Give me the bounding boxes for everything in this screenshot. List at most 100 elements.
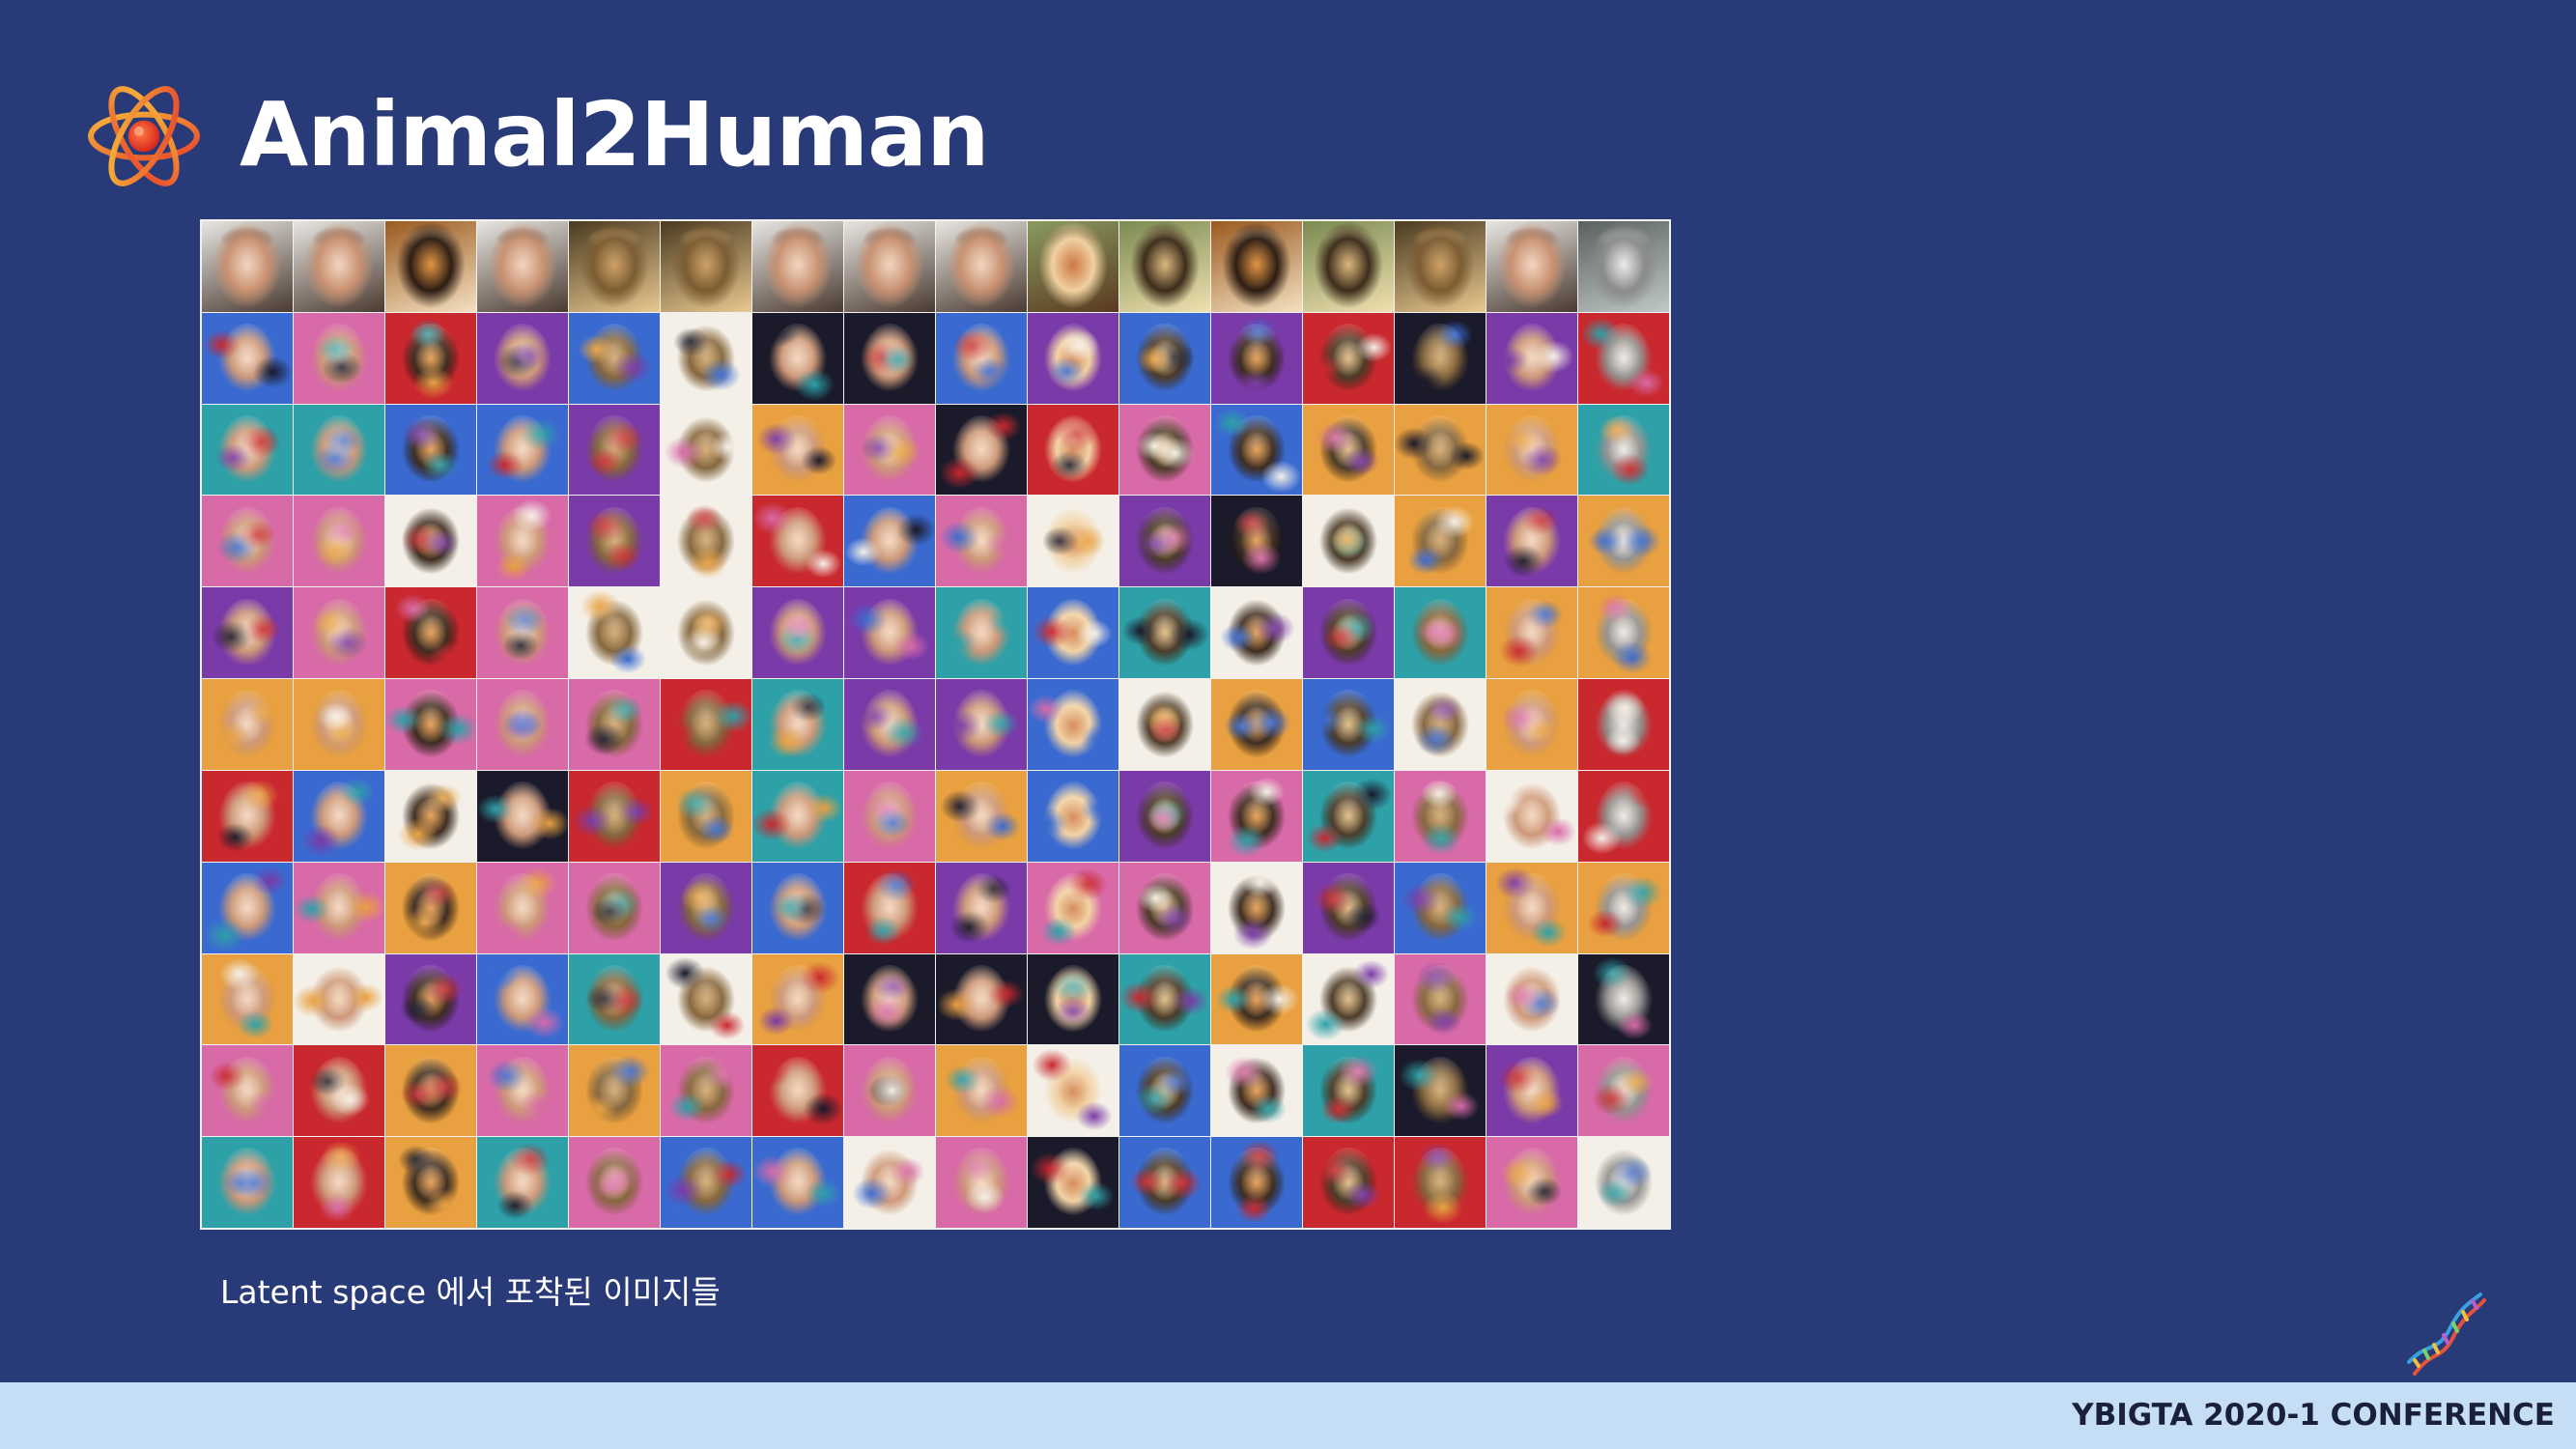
generated-image xyxy=(936,1045,1027,1137)
generated-image xyxy=(936,1137,1027,1228)
generated-image xyxy=(1578,953,1669,1045)
generated-image xyxy=(1028,953,1118,1045)
generated-image xyxy=(1395,1137,1486,1228)
generated-image xyxy=(1119,679,1210,770)
generated-image xyxy=(477,404,568,496)
generated-image xyxy=(202,1045,293,1137)
generated-image xyxy=(1119,862,1210,953)
generated-image xyxy=(385,496,476,587)
source-photo-human xyxy=(1486,221,1577,312)
generated-image xyxy=(1211,679,1302,770)
generated-image xyxy=(1028,862,1118,953)
generated-image xyxy=(294,770,384,862)
slide-caption: Latent space 에서 포착된 이미지들 xyxy=(220,1273,721,1311)
generated-image xyxy=(1211,312,1302,404)
generated-image xyxy=(1303,496,1394,587)
generated-image xyxy=(477,1045,568,1137)
generated-image xyxy=(202,312,293,404)
generated-image xyxy=(1395,1045,1486,1137)
generated-image xyxy=(844,404,935,496)
atom-icon xyxy=(88,86,200,186)
generated-image xyxy=(477,1137,568,1228)
generated-image xyxy=(294,1045,384,1137)
source-photo-lion xyxy=(1395,221,1486,312)
generated-image xyxy=(936,312,1027,404)
generated-image xyxy=(294,862,384,953)
generated-image xyxy=(294,679,384,770)
generated-image xyxy=(936,953,1027,1045)
generated-image xyxy=(569,404,660,496)
generated-image xyxy=(1211,587,1302,679)
generated-image xyxy=(661,1045,751,1137)
generated-image xyxy=(661,1137,751,1228)
generated-image xyxy=(569,862,660,953)
generated-image xyxy=(385,953,476,1045)
source-photo-human xyxy=(844,221,935,312)
generated-image xyxy=(1028,679,1118,770)
generated-image xyxy=(1303,404,1394,496)
generated-image xyxy=(385,862,476,953)
generated-image xyxy=(752,770,843,862)
generated-image xyxy=(477,862,568,953)
generated-image xyxy=(844,496,935,587)
generated-image xyxy=(202,587,293,679)
generated-image xyxy=(1028,1137,1118,1228)
generated-image xyxy=(1578,312,1669,404)
generated-image xyxy=(1486,496,1577,587)
generated-image xyxy=(752,496,843,587)
generated-image xyxy=(569,496,660,587)
generated-image xyxy=(936,404,1027,496)
generated-image xyxy=(1303,312,1394,404)
generated-image xyxy=(661,496,751,587)
generated-image xyxy=(385,770,476,862)
source-photo-lion xyxy=(569,221,660,312)
generated-image xyxy=(844,312,935,404)
generated-image xyxy=(1486,862,1577,953)
generated-image xyxy=(1119,1137,1210,1228)
generated-image xyxy=(1578,1137,1669,1228)
slide: Animal2Human Latent space 에서 포착된 이미지들 YB… xyxy=(0,0,2576,1449)
generated-image xyxy=(1395,587,1486,679)
generated-image xyxy=(844,1137,935,1228)
source-photo-human xyxy=(294,221,384,312)
latent-image-grid xyxy=(200,219,1671,1230)
generated-image xyxy=(752,1137,843,1228)
generated-image xyxy=(569,587,660,679)
generated-image xyxy=(294,404,384,496)
dna-icon xyxy=(2407,1293,2486,1376)
generated-image xyxy=(661,312,751,404)
generated-image xyxy=(1119,496,1210,587)
conference-label: YBIGTA 2020-1 CONFERENCE xyxy=(2072,1398,2555,1433)
generated-image xyxy=(1211,496,1302,587)
source-photo-leopard xyxy=(1303,221,1394,312)
generated-image xyxy=(1028,1045,1118,1137)
generated-image xyxy=(385,312,476,404)
source-photo-human xyxy=(936,221,1027,312)
source-photo-lion xyxy=(661,221,751,312)
generated-image xyxy=(936,496,1027,587)
generated-image xyxy=(1303,679,1394,770)
generated-image xyxy=(1578,587,1669,679)
generated-image xyxy=(936,770,1027,862)
generated-image xyxy=(1028,770,1118,862)
generated-image xyxy=(1211,1045,1302,1137)
generated-image xyxy=(752,587,843,679)
generated-image xyxy=(752,862,843,953)
generated-image xyxy=(1395,496,1486,587)
generated-image xyxy=(202,953,293,1045)
generated-image xyxy=(661,953,751,1045)
generated-image xyxy=(294,496,384,587)
source-photo-tiger xyxy=(385,221,476,312)
generated-image xyxy=(569,770,660,862)
generated-image xyxy=(661,587,751,679)
generated-image xyxy=(569,1045,660,1137)
generated-image xyxy=(844,770,935,862)
generated-image xyxy=(477,770,568,862)
generated-image xyxy=(1211,404,1302,496)
generated-image xyxy=(569,312,660,404)
generated-image xyxy=(1303,587,1394,679)
generated-image xyxy=(385,1045,476,1137)
generated-image xyxy=(1119,312,1210,404)
source-photo-tiger xyxy=(1211,221,1302,312)
generated-image xyxy=(752,953,843,1045)
